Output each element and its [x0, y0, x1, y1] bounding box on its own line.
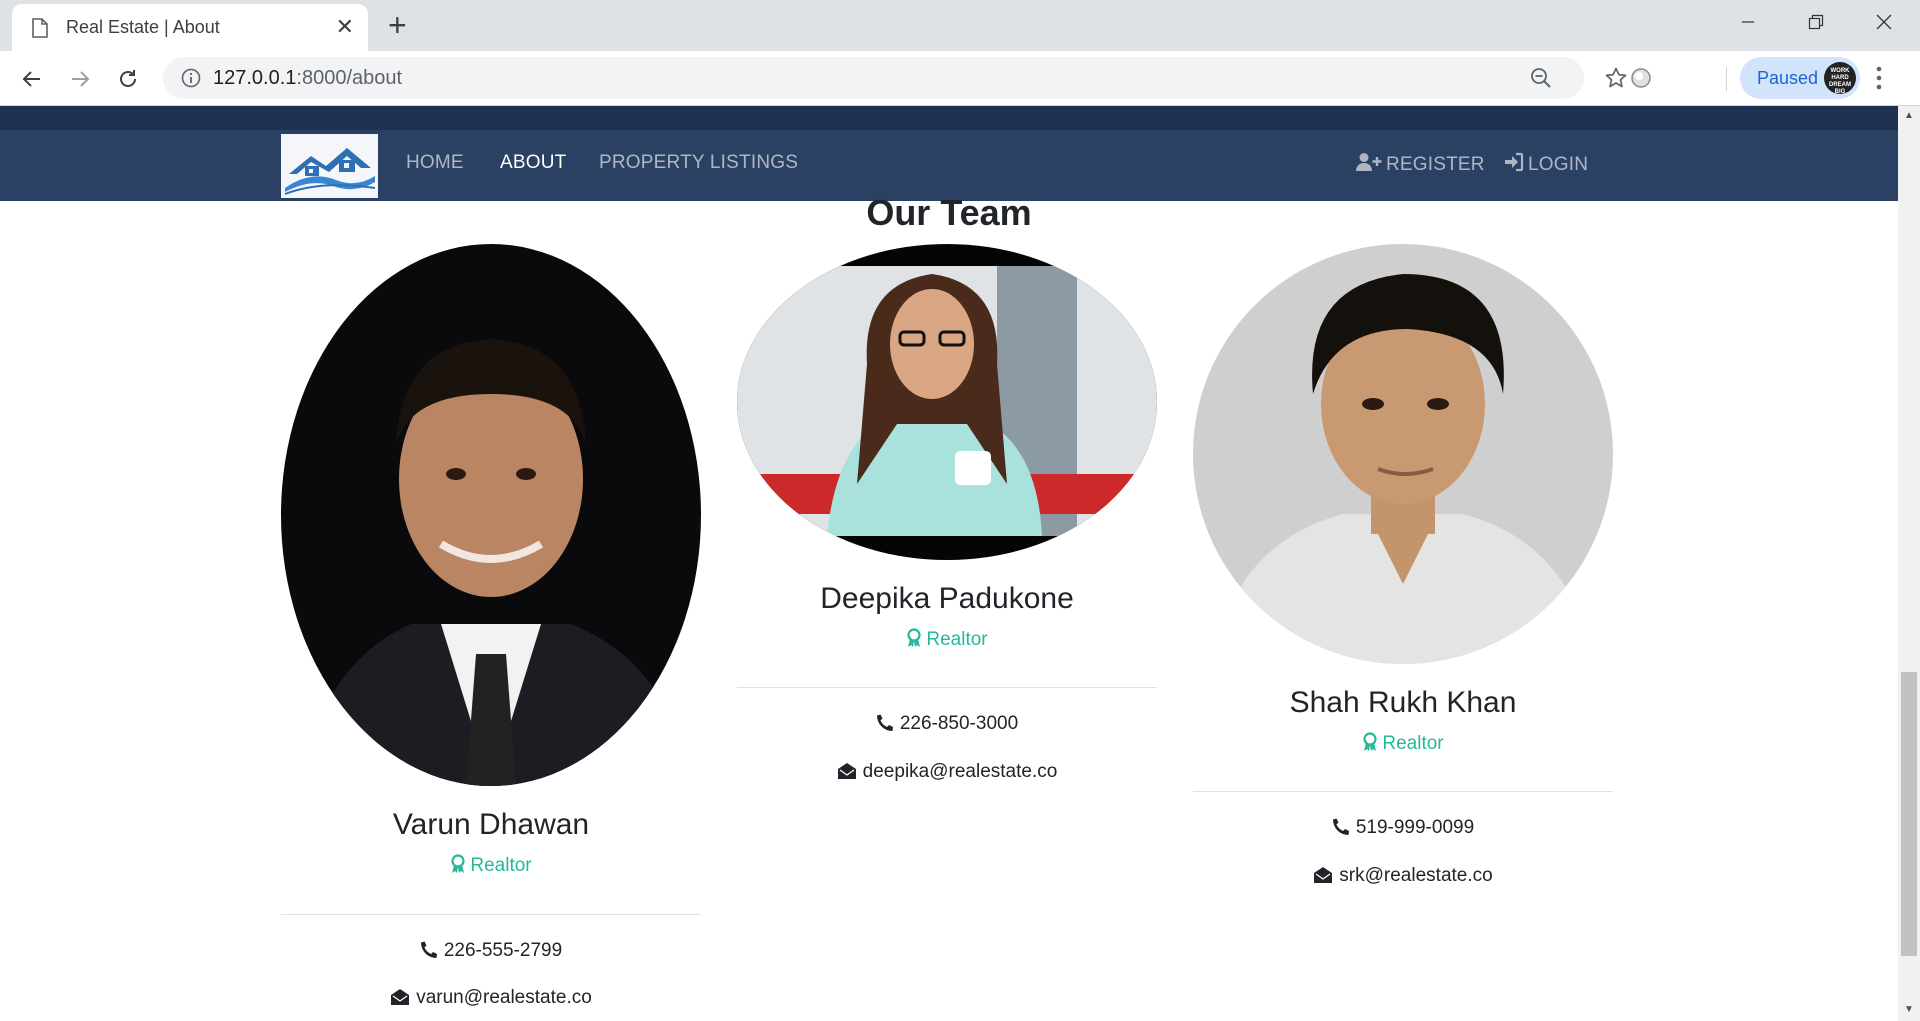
phone-icon [876, 714, 893, 731]
close-icon[interactable]: ✕ [336, 14, 354, 40]
scrollbar-thumb[interactable] [1901, 672, 1917, 956]
nav-link-about[interactable]: ABOUT [500, 152, 566, 174]
member-name: Varun Dhawan [392, 808, 590, 841]
tab-title: Real Estate | About [66, 17, 220, 37]
phone-icon [1332, 818, 1349, 835]
top-strip [0, 106, 1898, 130]
nav-login-link[interactable]: LOGIN [1504, 152, 1588, 176]
divider [1193, 791, 1613, 792]
forward-arrow-icon[interactable] [63, 62, 97, 96]
profile-status: Paused [1757, 68, 1819, 88]
site-info-icon[interactable] [181, 68, 201, 93]
member-name: Deepika Padukone [820, 582, 1074, 615]
member-phone: 226-850-3000 [737, 713, 1157, 735]
member-photo [1193, 244, 1613, 664]
envelope-open-icon [1314, 867, 1333, 883]
back-arrow-icon[interactable] [15, 62, 49, 96]
member-role: Realtor [1193, 732, 1613, 755]
award-icon [1363, 732, 1377, 751]
envelope-open-icon [391, 989, 410, 1005]
register-label: REGISTER [1386, 154, 1485, 175]
page-title: Our Team [866, 192, 1032, 233]
reload-icon[interactable] [111, 62, 145, 96]
minimize-icon[interactable] [1716, 0, 1780, 44]
sign-in-icon [1505, 152, 1524, 172]
url-text: 127.0.0.1:8000/about [213, 67, 403, 89]
new-tab-icon[interactable]: + [388, 8, 407, 42]
browser-toolbar: 127.0.0.1:8000/about Paused WORK HARD DREA… [0, 51, 1920, 106]
login-label: LOGIN [1528, 154, 1589, 175]
member-phone: 519-999-0099 [1193, 817, 1613, 839]
member-name: Shah Rukh Khan [1289, 686, 1517, 719]
profile-button[interactable]: Paused WORK HARD DREAM BIG [1740, 57, 1860, 99]
member-phone: 226-555-2799 [281, 940, 701, 962]
member-email[interactable]: varun@realestate.co [281, 987, 701, 1009]
zoom-out-icon[interactable] [1530, 67, 1552, 94]
avatar: WORK HARD DREAM BIG [1824, 62, 1856, 95]
site-logo[interactable] [281, 134, 378, 198]
close-window-icon[interactable] [1852, 0, 1916, 44]
nav-link-property-listings[interactable]: PROPERTY LISTINGS [599, 152, 798, 174]
nav-register-link[interactable]: REGISTER [1356, 152, 1485, 176]
toolbar-divider [1726, 67, 1727, 91]
member-email[interactable]: srk@realestate.co [1193, 865, 1613, 887]
member-role: Realtor [281, 854, 701, 877]
member-photo [281, 244, 701, 786]
page-scrollbar[interactable]: ▲ ▼ [1898, 106, 1920, 1021]
page-icon [32, 17, 48, 38]
scroll-up-icon[interactable]: ▲ [1904, 110, 1914, 121]
restore-icon[interactable] [1784, 0, 1848, 44]
envelope-open-icon [837, 763, 856, 779]
scroll-down-icon[interactable]: ▼ [1904, 1004, 1914, 1015]
site-navbar: HOME ABOUT PROPERTY LISTINGS REGISTER LO… [0, 130, 1898, 201]
award-icon [451, 854, 465, 873]
page-viewport: HOME ABOUT PROPERTY LISTINGS REGISTER LO… [0, 106, 1898, 1021]
browser-tab[interactable]: Real Estate | About ✕ [12, 4, 368, 51]
member-photo [737, 244, 1157, 560]
address-bar[interactable]: 127.0.0.1:8000/about [163, 57, 1627, 99]
award-icon [907, 628, 921, 647]
member-role: Realtor [737, 628, 1157, 651]
extension-icon[interactable] [1629, 66, 1653, 95]
nav-link-home[interactable]: HOME [406, 152, 464, 174]
browser-tab-bar: Real Estate | About ✕ + [0, 0, 1920, 51]
phone-icon [420, 941, 437, 958]
user-plus-icon [1356, 153, 1382, 171]
divider [737, 687, 1157, 688]
bookmark-star-icon[interactable] [1604, 66, 1628, 95]
more-menu-icon[interactable] [1875, 63, 1883, 98]
divider [281, 914, 701, 915]
member-email[interactable]: deepika@realestate.co [737, 761, 1157, 783]
